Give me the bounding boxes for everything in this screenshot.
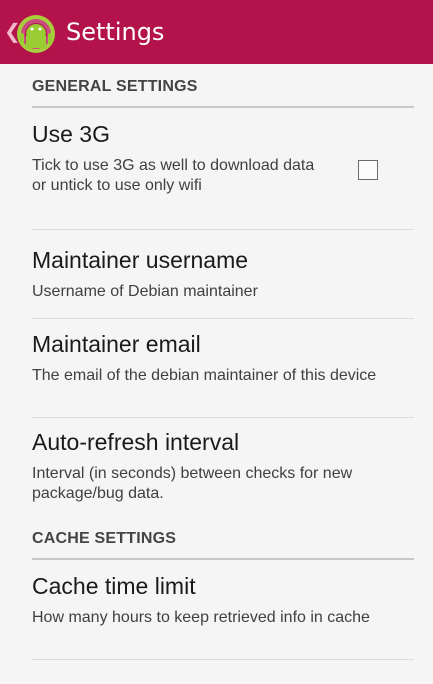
- pref-auto-refresh-interval[interactable]: Auto-refresh interval Interval (in secon…: [32, 418, 414, 514]
- settings-list[interactable]: GENERAL SETTINGS Use 3G Tick to use 3G a…: [0, 64, 433, 684]
- general-settings-header: GENERAL SETTINGS: [32, 64, 414, 108]
- pref-cache-time-limit[interactable]: Cache time limit How many hours to keep …: [32, 560, 414, 660]
- pref-maintainer-username[interactable]: Maintainer username Username of Debian m…: [32, 230, 414, 319]
- page-title: Settings: [66, 18, 165, 46]
- cache-settings-header: CACHE SETTINGS: [32, 516, 414, 560]
- pref-title: Maintainer username: [32, 247, 249, 273]
- use-3g-checkbox[interactable]: [358, 160, 378, 180]
- pref-use-3g[interactable]: Use 3G Tick to use 3G as well to downloa…: [32, 108, 414, 230]
- android-icon[interactable]: [14, 12, 58, 56]
- pref-title: Maintainer email: [32, 331, 201, 357]
- pref-title: Cache time limit: [32, 573, 196, 599]
- pref-title: Use 3G: [32, 121, 110, 147]
- action-bar: ❮ Settings: [0, 0, 433, 64]
- general-settings-label: GENERAL SETTINGS: [32, 78, 198, 95]
- pref-summary: Interval (in seconds) between checks for…: [32, 465, 353, 502]
- pref-summary: Tick to use 3G as well to download data …: [32, 157, 315, 194]
- cache-settings-label: CACHE SETTINGS: [32, 530, 177, 547]
- pref-maintainer-email[interactable]: Maintainer email The email of the debian…: [32, 319, 414, 418]
- pref-summary: How many hours to keep retrieved info in…: [32, 609, 370, 626]
- pref-summary: Username of Debian maintainer: [32, 283, 258, 300]
- pref-summary: The email of the debian maintainer of th…: [32, 367, 377, 384]
- pref-title: Auto-refresh interval: [32, 429, 240, 455]
